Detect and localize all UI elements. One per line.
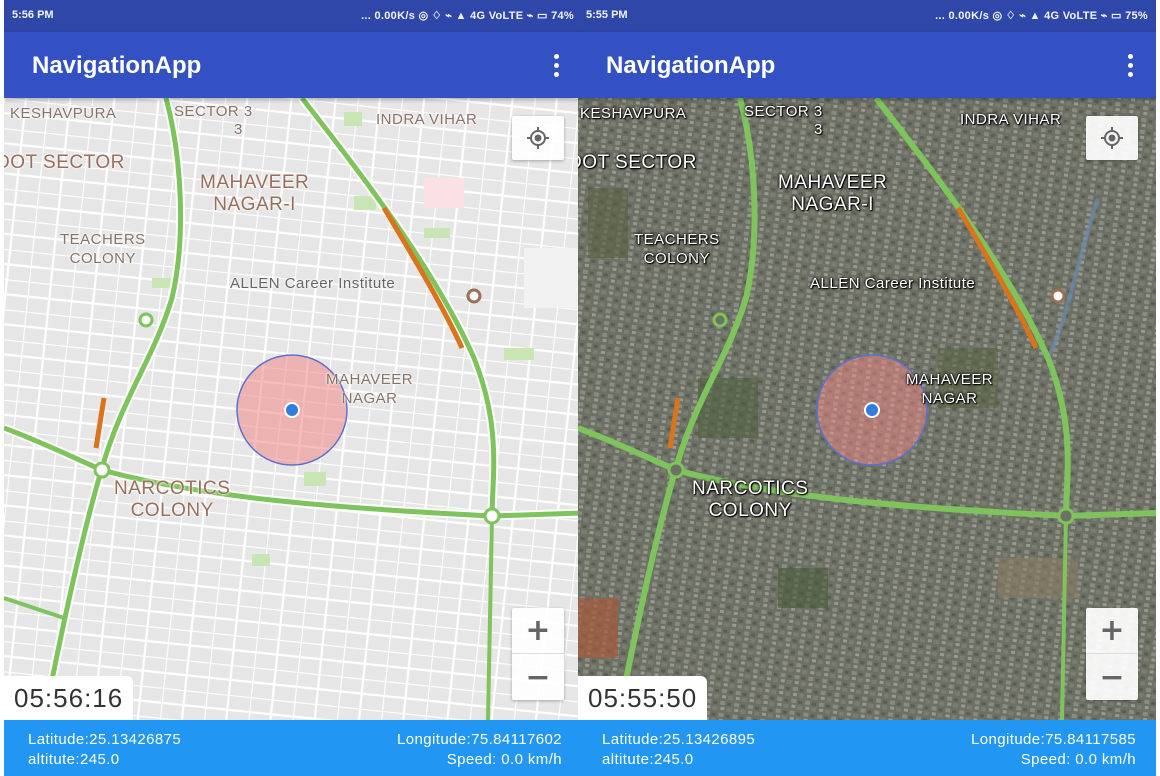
app-title: NavigationApp (606, 52, 776, 79)
zoom-controls: + − (512, 608, 564, 700)
map-label-keshavpura: KESHAVPURA (10, 105, 117, 122)
map-label-dot-sector: DOT SECTOR (4, 152, 125, 173)
altitude-readout: altitute:245.0 (28, 751, 120, 768)
phone-screen-satellite: 5:55 PM ... 0.00K/s ◎ ♢ ⌁ ▲ 4G VoLTE ⌁ ▭… (578, 0, 1156, 776)
map-label-allen-career-institute[interactable]: ALLEN Career Institute (810, 274, 975, 293)
map-label-narcotics-colony: NARCOTICS COLONY (692, 478, 809, 521)
current-location-dot (864, 402, 880, 418)
zoom-out-button[interactable]: − (512, 654, 564, 700)
location-info-panel: Latitude:25.13426895 Longitude:75.841175… (578, 720, 1156, 776)
map-label-mahaveer-nagar-1: MAHAVEER NAGAR-I (200, 172, 310, 215)
altitude-readout: altitute:245.0 (602, 751, 694, 768)
elapsed-clock: 05:55:50 (578, 676, 708, 720)
latitude-readout: Latitude:25.13426875 (28, 731, 182, 748)
status-bar: 5:55 PM ... 0.00K/s ◎ ♢ ⌁ ▲ 4G VoLTE ⌁ ▭… (578, 0, 1156, 32)
map-label-sector3: SECTOR 3 (174, 103, 253, 120)
speed-readout: Speed: 0.0 km/h (1020, 751, 1136, 768)
map-label-teachers-colony: TEACHERS COLONY (60, 231, 146, 267)
map-label-indra-vihar: INDRA VIHAR (376, 111, 478, 128)
poi-marker-icon[interactable] (466, 288, 482, 304)
zoom-in-button[interactable]: + (512, 608, 564, 654)
map-label-sector3: SECTOR 3 (744, 103, 823, 120)
map-view[interactable]: KESHAVPURA SECTOR 3 3 INDRA VIHAR DOT SE… (4, 98, 582, 720)
poi-marker-icon[interactable] (1050, 288, 1066, 304)
latitude-readout: Latitude:25.13426895 (602, 731, 756, 748)
zoom-controls: + − (1086, 608, 1138, 700)
map-label-mahaveer-nagar: MAHAVEER NAGAR (326, 371, 414, 407)
map-view[interactable]: KESHAVPURA SECTOR 3 3 INDRA VIHAR DOT SE… (578, 98, 1156, 720)
my-location-button[interactable] (512, 116, 564, 160)
status-indicators: ... 0.00K/s ◎ ♢ ⌁ ▲ 4G VoLTE ⌁ ▭ 74% (361, 10, 574, 22)
map-label-mahaveer-nagar-1: MAHAVEER NAGAR-I (778, 172, 888, 215)
app-bar: NavigationApp (578, 32, 1156, 98)
my-location-button[interactable] (1086, 116, 1138, 160)
current-location-dot (284, 402, 300, 418)
app-bar: NavigationApp (4, 32, 582, 98)
speed-readout: Speed: 0.0 km/h (446, 751, 562, 768)
map-label-sector3-number: 3 (234, 121, 243, 138)
zoom-out-button[interactable]: − (1086, 654, 1138, 700)
longitude-readout: Longitude:75.84117602 (397, 731, 562, 748)
map-label-indra-vihar: INDRA VIHAR (960, 111, 1062, 128)
longitude-readout: Longitude:75.84117585 (971, 731, 1136, 748)
map-label-teachers-colony: TEACHERS COLONY (634, 231, 720, 267)
overflow-menu-icon[interactable] (544, 50, 568, 80)
location-info-panel: Latitude:25.13426875 Longitude:75.841176… (4, 720, 582, 776)
status-bar: 5:56 PM ... 0.00K/s ◎ ♢ ⌁ ▲ 4G VoLTE ⌁ ▭… (4, 0, 582, 32)
overflow-menu-icon[interactable] (1118, 50, 1142, 80)
map-label-narcotics-colony: NARCOTICS COLONY (114, 478, 231, 521)
map-label-mahaveer-nagar: MAHAVEER NAGAR (906, 371, 994, 407)
map-label-dot-sector: DOT SECTOR (578, 152, 697, 173)
status-time: 5:56 PM (12, 9, 54, 21)
elapsed-clock: 05:56:16 (4, 676, 134, 720)
map-label-keshavpura: KESHAVPURA (580, 105, 687, 122)
status-indicators: ... 0.00K/s ◎ ♢ ⌁ ▲ 4G VoLTE ⌁ ▭ 75% (935, 10, 1148, 22)
my-location-icon (1101, 127, 1123, 149)
my-location-icon (527, 127, 549, 149)
map-label-allen-career-institute[interactable]: ALLEN Career Institute (230, 274, 395, 293)
map-label-sector3-number: 3 (814, 121, 823, 138)
app-title: NavigationApp (32, 52, 202, 79)
zoom-in-button[interactable]: + (1086, 608, 1138, 654)
phone-screen-street: 5:56 PM ... 0.00K/s ◎ ♢ ⌁ ▲ 4G VoLTE ⌁ ▭… (4, 0, 582, 776)
status-time: 5:55 PM (586, 9, 628, 21)
